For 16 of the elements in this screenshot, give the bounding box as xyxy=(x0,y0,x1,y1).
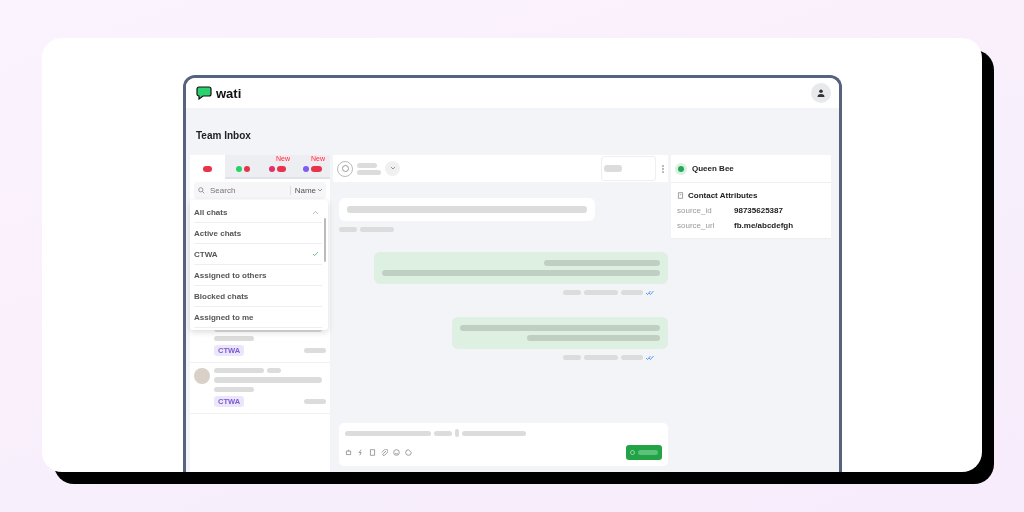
menu-item[interactable]: Assigned to me xyxy=(194,307,322,328)
menu-item[interactable]: All chats xyxy=(194,202,322,223)
contact-name: Queen Bee xyxy=(692,164,734,173)
menu-item[interactable]: Blocked chats xyxy=(194,286,322,307)
search-field[interactable]: Search Name xyxy=(194,182,326,199)
attribute-key: source_url xyxy=(677,221,731,230)
menu-item[interactable]: Active chats xyxy=(194,223,322,244)
logo-text: wati xyxy=(216,85,242,101)
attribute-key: source_id xyxy=(677,206,731,215)
menu-item[interactable]: CTWA xyxy=(194,244,322,265)
page-title: Team Inbox xyxy=(195,129,252,143)
attribute-value: 98735625387 xyxy=(734,206,783,215)
section-title: Contact Attributes xyxy=(688,191,758,200)
sort-dropdown[interactable]: Name xyxy=(289,186,322,195)
menu-item[interactable]: Assigned to others xyxy=(194,265,322,286)
attribute-value: fb.me/abcdefgh xyxy=(734,221,794,230)
